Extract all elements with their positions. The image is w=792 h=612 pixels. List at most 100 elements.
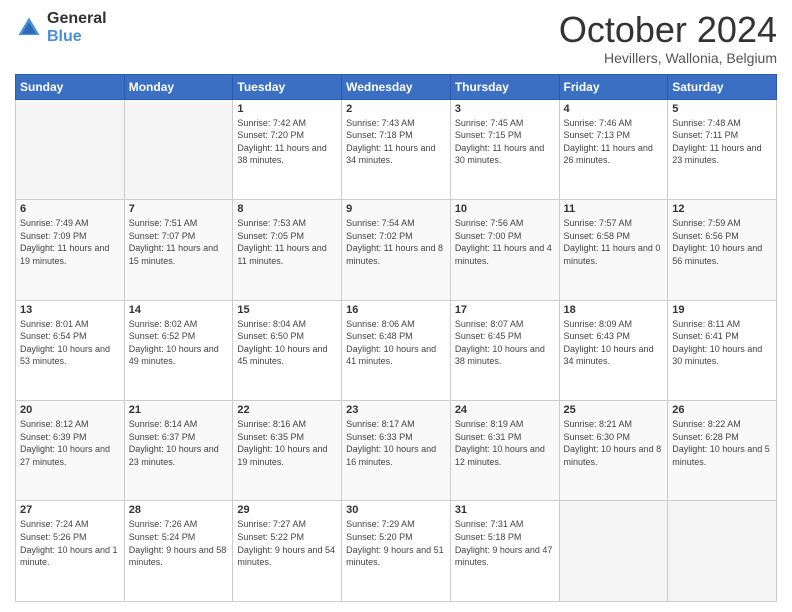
day-number: 19: [672, 304, 772, 316]
day-number: 9: [346, 203, 446, 215]
table-row: 28Sunrise: 7:26 AM Sunset: 5:24 PM Dayli…: [124, 501, 233, 602]
day-info: Sunrise: 7:43 AM Sunset: 7:18 PM Dayligh…: [346, 117, 446, 167]
day-number: 5: [672, 103, 772, 115]
table-row: 25 Sunrise: 8:21 AM Sunset: 6:30 PM Dayli…: [559, 401, 668, 501]
day-number: 16: [346, 304, 446, 316]
day-info: Sunrise: 8:21 AM Sunset: 6:30 PM Dayligh…: [564, 418, 664, 468]
main-title: October 2024: [559, 10, 777, 50]
calendar-week-row: 20 Sunrise: 8:12 AM Sunset: 6:39 PM Dayli…: [16, 401, 777, 501]
day-number: 12: [672, 203, 772, 215]
table-row: 11Sunrise: 7:57 AM Sunset: 6:58 PM Dayli…: [559, 200, 668, 300]
table-row: 8 Sunrise: 7:53 AM Sunset: 7:05 PM Daylig…: [233, 200, 342, 300]
table-row: 20 Sunrise: 8:12 AM Sunset: 6:39 PM Dayli…: [16, 401, 125, 501]
day-info: Sunrise: 7:31 AM Sunset: 5:18 PM Dayligh…: [455, 518, 555, 568]
header: General Blue October 2024 Hevillers, Wal…: [15, 10, 777, 66]
day-number: 13: [20, 304, 120, 316]
table-row: 5 Sunrise: 7:48 AM Sunset: 7:11 PM Daylig…: [668, 99, 777, 199]
table-row: 21 Sunrise: 8:14 AM Sunset: 6:37 PM Dayli…: [124, 401, 233, 501]
day-number: 10: [455, 203, 555, 215]
table-row: 3 Sunrise: 7:45 AM Sunset: 7:15 PM Daylig…: [450, 99, 559, 199]
table-row: 18 Sunrise: 8:09 AM Sunset: 6:43 PM Dayli…: [559, 300, 668, 400]
col-saturday: Saturday: [668, 74, 777, 99]
day-info: Sunrise: 8:22 AM Sunset: 6:28 PM Dayligh…: [672, 418, 772, 468]
day-info: Sunrise: 7:54 AM Sunset: 7:02 PM Dayligh…: [346, 217, 446, 267]
table-row: 30 Sunrise: 7:29 AM Sunset: 5:20 PM Dayli…: [342, 501, 451, 602]
col-thursday: Thursday: [450, 74, 559, 99]
page: General Blue October 2024 Hevillers, Wal…: [0, 0, 792, 612]
subtitle: Hevillers, Wallonia, Belgium: [559, 50, 777, 66]
table-row: 23 Sunrise: 8:17 AM Sunset: 6:33 PM Dayli…: [342, 401, 451, 501]
calendar-header-row: Sunday Monday Tuesday Wednesday Thursday…: [16, 74, 777, 99]
day-info: Sunrise: 8:11 AM Sunset: 6:41 PM Dayligh…: [672, 318, 772, 368]
table-row: 6 Sunrise: 7:49 AM Sunset: 7:09 PM Daylig…: [16, 200, 125, 300]
col-friday: Friday: [559, 74, 668, 99]
day-number: 18: [564, 304, 664, 316]
day-info: Sunrise: 8:17 AM Sunset: 6:33 PM Dayligh…: [346, 418, 446, 468]
col-tuesday: Tuesday: [233, 74, 342, 99]
day-number: 15: [237, 304, 337, 316]
title-block: October 2024 Hevillers, Wallonia, Belgiu…: [559, 10, 777, 66]
day-info: Sunrise: 8:04 AM Sunset: 6:50 PM Dayligh…: [237, 318, 337, 368]
day-info: Sunrise: 8:01 AM Sunset: 6:54 PM Dayligh…: [20, 318, 120, 368]
calendar-week-row: 6 Sunrise: 7:49 AM Sunset: 7:09 PM Daylig…: [16, 200, 777, 300]
table-row: 27 Sunrise: 7:24 AM Sunset: 5:26 PM Dayli…: [16, 501, 125, 602]
day-number: 14: [129, 304, 229, 316]
table-row: 29Sunrise: 7:27 AM Sunset: 5:22 PM Dayli…: [233, 501, 342, 602]
day-info: Sunrise: 7:48 AM Sunset: 7:11 PM Dayligh…: [672, 117, 772, 167]
table-row: 7 Sunrise: 7:51 AM Sunset: 7:07 PM Daylig…: [124, 200, 233, 300]
col-wednesday: Wednesday: [342, 74, 451, 99]
table-row: 14 Sunrise: 8:02 AM Sunset: 6:52 PM Dayli…: [124, 300, 233, 400]
logo-text: General Blue: [47, 10, 107, 46]
day-info: Sunrise: 7:51 AM Sunset: 7:07 PM Dayligh…: [129, 217, 229, 267]
table-row: 15 Sunrise: 8:04 AM Sunset: 6:50 PM Dayli…: [233, 300, 342, 400]
table-row: 16Sunrise: 8:06 AM Sunset: 6:48 PM Dayli…: [342, 300, 451, 400]
day-number: 11: [564, 203, 664, 215]
day-info: Sunrise: 8:02 AM Sunset: 6:52 PM Dayligh…: [129, 318, 229, 368]
day-info: Sunrise: 7:56 AM Sunset: 7:00 PM Dayligh…: [455, 217, 555, 267]
calendar-week-row: 1Sunrise: 7:42 AM Sunset: 7:20 PM Daylig…: [16, 99, 777, 199]
day-number: 22: [237, 404, 337, 416]
day-number: 2: [346, 103, 446, 115]
day-number: 8: [237, 203, 337, 215]
day-number: 21: [129, 404, 229, 416]
calendar-table: Sunday Monday Tuesday Wednesday Thursday…: [15, 74, 777, 602]
day-info: Sunrise: 8:09 AM Sunset: 6:43 PM Dayligh…: [564, 318, 664, 368]
day-number: 27: [20, 504, 120, 516]
day-number: 3: [455, 103, 555, 115]
table-row: 17 Sunrise: 8:07 AM Sunset: 6:45 PM Dayli…: [450, 300, 559, 400]
day-number: 7: [129, 203, 229, 215]
day-info: Sunrise: 7:26 AM Sunset: 5:24 PM Dayligh…: [129, 518, 229, 568]
day-info: Sunrise: 8:12 AM Sunset: 6:39 PM Dayligh…: [20, 418, 120, 468]
day-info: Sunrise: 7:49 AM Sunset: 7:09 PM Dayligh…: [20, 217, 120, 267]
table-row: 4Sunrise: 7:46 AM Sunset: 7:13 PM Daylig…: [559, 99, 668, 199]
day-info: Sunrise: 8:07 AM Sunset: 6:45 PM Dayligh…: [455, 318, 555, 368]
day-info: Sunrise: 8:19 AM Sunset: 6:31 PM Dayligh…: [455, 418, 555, 468]
day-info: Sunrise: 7:29 AM Sunset: 5:20 PM Dayligh…: [346, 518, 446, 568]
table-row: 13 Sunrise: 8:01 AM Sunset: 6:54 PM Dayli…: [16, 300, 125, 400]
table-row: [668, 501, 777, 602]
table-row: 24 Sunrise: 8:19 AM Sunset: 6:31 PM Dayli…: [450, 401, 559, 501]
day-info: Sunrise: 7:24 AM Sunset: 5:26 PM Dayligh…: [20, 518, 120, 568]
day-number: 24: [455, 404, 555, 416]
day-number: 6: [20, 203, 120, 215]
day-number: 30: [346, 504, 446, 516]
table-row: 2 Sunrise: 7:43 AM Sunset: 7:18 PM Daylig…: [342, 99, 451, 199]
table-row: [16, 99, 125, 199]
day-number: 23: [346, 404, 446, 416]
day-number: 20: [20, 404, 120, 416]
day-info: Sunrise: 8:14 AM Sunset: 6:37 PM Dayligh…: [129, 418, 229, 468]
day-number: 4: [564, 103, 664, 115]
col-monday: Monday: [124, 74, 233, 99]
day-info: Sunrise: 7:42 AM Sunset: 7:20 PM Dayligh…: [237, 117, 337, 167]
table-row: 31 Sunrise: 7:31 AM Sunset: 5:18 PM Dayli…: [450, 501, 559, 602]
day-info: Sunrise: 7:45 AM Sunset: 7:15 PM Dayligh…: [455, 117, 555, 167]
day-number: 31: [455, 504, 555, 516]
table-row: 19 Sunrise: 8:11 AM Sunset: 6:41 PM Dayli…: [668, 300, 777, 400]
day-info: Sunrise: 7:27 AM Sunset: 5:22 PM Dayligh…: [237, 518, 337, 568]
day-info: Sunrise: 7:59 AM Sunset: 6:56 PM Dayligh…: [672, 217, 772, 267]
day-info: Sunrise: 8:16 AM Sunset: 6:35 PM Dayligh…: [237, 418, 337, 468]
day-number: 25: [564, 404, 664, 416]
day-number: 17: [455, 304, 555, 316]
table-row: [124, 99, 233, 199]
day-info: Sunrise: 7:53 AM Sunset: 7:05 PM Dayligh…: [237, 217, 337, 267]
